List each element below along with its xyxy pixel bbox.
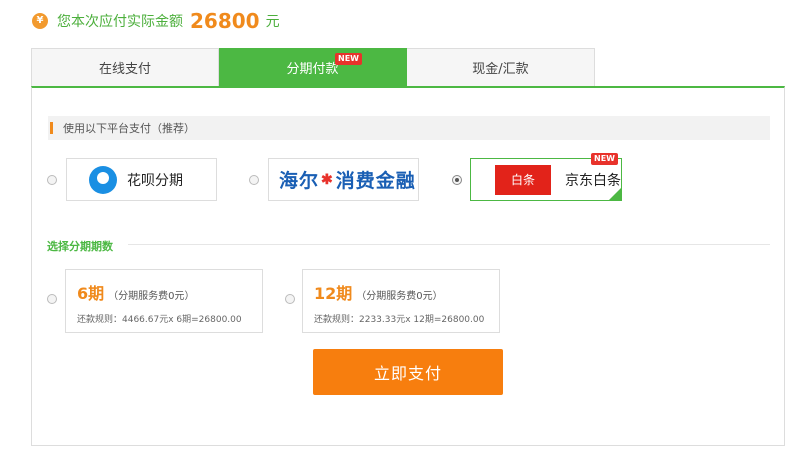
haier-logo: 海尔 ✱ 消费金融 bbox=[269, 166, 416, 193]
tab-online-payment[interactable]: 在线支付 bbox=[31, 48, 219, 86]
term-rule: 还款规则：2233.33元x 12期=26800.00 bbox=[314, 315, 485, 325]
platform-label: 花呗分期 bbox=[127, 172, 183, 189]
section-divider bbox=[128, 244, 770, 245]
term-fee: （分期服务费0元） bbox=[356, 291, 443, 302]
amount-value: 26800 bbox=[190, 9, 260, 33]
amount-label: 您本次应付实际金额 bbox=[57, 14, 183, 30]
platform-huabei[interactable]: 花呗分期 bbox=[66, 158, 217, 201]
installment-option-12[interactable]: 12期 （分期服务费0元） 还款规则：2233.33元x 12期=26800.0… bbox=[302, 269, 500, 333]
amount-unit: 元 bbox=[265, 14, 280, 30]
term-count: 12期 bbox=[314, 284, 353, 303]
platform-section-title: 使用以下平台支付（推荐） bbox=[63, 122, 195, 135]
tab-label: 分期付款 bbox=[286, 62, 339, 77]
term-count: 6期 bbox=[77, 284, 105, 303]
radio-12-periods[interactable] bbox=[285, 294, 295, 304]
installment-option-6[interactable]: 6期 （分期服务费0元） 还款规则：4466.67元x 6期=26800.00 bbox=[65, 269, 263, 333]
payment-tabs: 在线支付 分期付款 NEW 现金/汇款 bbox=[31, 48, 597, 86]
new-badge: NEW bbox=[591, 153, 618, 165]
haier-star-icon: ✱ bbox=[321, 171, 334, 188]
installment-section-title: 选择分期期数 bbox=[47, 240, 113, 253]
selected-corner-icon bbox=[608, 187, 622, 201]
tab-cash-remittance[interactable]: 现金/汇款 bbox=[407, 48, 595, 86]
yen-icon: ¥ bbox=[32, 13, 48, 29]
platform-section-header: 使用以下平台支付（推荐） bbox=[48, 116, 770, 140]
platform-haier[interactable]: 海尔 ✱ 消费金融 bbox=[268, 158, 419, 201]
pay-now-button[interactable]: 立即支付 bbox=[313, 349, 503, 395]
radio-huabei[interactable] bbox=[47, 175, 57, 185]
haier-logo-subtext: 消费金融 bbox=[335, 170, 416, 192]
radio-haier[interactable] bbox=[249, 175, 259, 185]
haier-logo-text: 海尔 bbox=[279, 170, 320, 192]
tab-installment[interactable]: 分期付款 NEW bbox=[219, 48, 407, 86]
term-main: 12期 （分期服务费0元） bbox=[314, 280, 499, 304]
tab-label: 现金/汇款 bbox=[472, 62, 529, 77]
installment-panel: 使用以下平台支付（推荐） 花呗分期 海尔 ✱ 消费金融 白条 京东白条 NEW … bbox=[31, 86, 785, 446]
new-badge: NEW bbox=[335, 53, 362, 65]
huabei-icon bbox=[89, 165, 117, 194]
term-rule: 还款规则：4466.67元x 6期=26800.00 bbox=[77, 315, 242, 325]
section-marker bbox=[50, 122, 53, 134]
radio-jd-baitiao[interactable] bbox=[452, 175, 462, 185]
platform-jd-baitiao[interactable]: 白条 京东白条 NEW bbox=[470, 153, 622, 201]
jd-baitiao-logo: 白条 bbox=[495, 164, 551, 195]
term-fee: （分期服务费0元） bbox=[108, 291, 195, 302]
tab-label: 在线支付 bbox=[98, 62, 151, 77]
radio-6-periods[interactable] bbox=[47, 294, 57, 304]
amount-header: ¥ 您本次应付实际金额 26800 元 bbox=[32, 7, 280, 35]
term-main: 6期 （分期服务费0元） bbox=[77, 280, 262, 304]
